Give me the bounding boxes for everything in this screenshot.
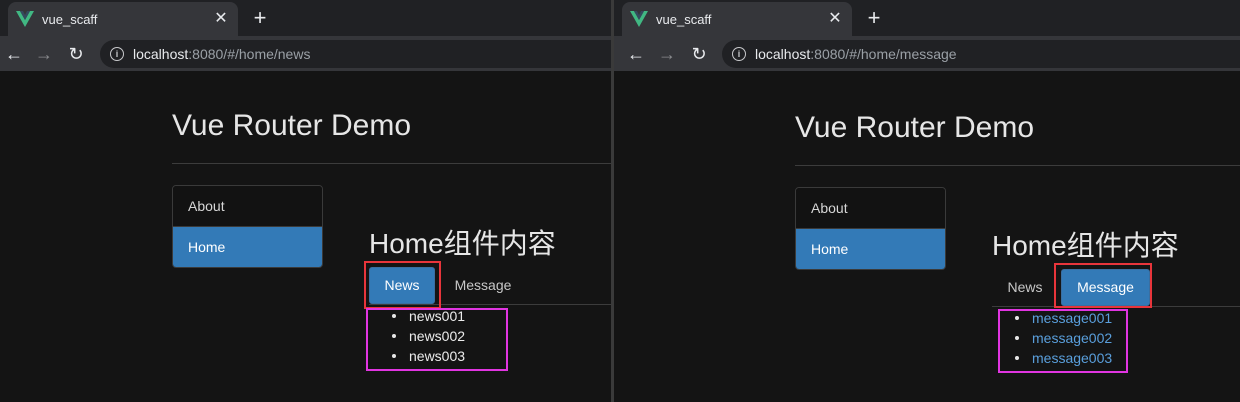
tab-strip: vue_scaff ✕ + [614, 0, 1240, 36]
tab-title: vue_scaff [656, 12, 712, 27]
red-highlight-box [364, 261, 441, 309]
back-arrow-icon[interactable]: ← [625, 43, 647, 65]
address-bar[interactable]: i localhost:8080/#/home/news [100, 40, 611, 68]
nav-item-about[interactable]: About [796, 188, 945, 229]
info-icon[interactable]: i [110, 47, 124, 61]
url-path: :8080/#/home/message [810, 46, 957, 62]
url-text[interactable]: localhost:8080/#/home/news [133, 46, 310, 62]
reload-icon[interactable]: ↻ [65, 43, 87, 65]
close-icon[interactable]: ✕ [212, 10, 230, 28]
tab-title: vue_scaff [42, 12, 98, 27]
plus-icon[interactable]: + [862, 6, 886, 30]
page-viewport: Vue Router Demo About Home Home组件内容 News… [0, 71, 611, 402]
browser-toolbar: ← → ↻ i localhost:8080/#/home/message [614, 36, 1240, 71]
url-path: :8080/#/home/news [188, 46, 311, 62]
url-text[interactable]: localhost:8080/#/home/message [755, 46, 957, 62]
url-host: localhost [755, 46, 811, 62]
plus-icon[interactable]: + [248, 6, 272, 30]
close-icon[interactable]: ✕ [826, 10, 844, 28]
forward-arrow-icon[interactable]: → [656, 43, 678, 65]
red-highlight-box [1054, 263, 1152, 308]
vue-logo-icon [16, 11, 34, 27]
page-title: Vue Router Demo [795, 111, 1035, 144]
page-viewport: Vue Router Demo About Home Home组件内容 News… [614, 71, 1240, 402]
vue-logo-icon [630, 11, 648, 27]
home-content-title: Home组件内容 [369, 228, 556, 259]
reload-icon[interactable]: ↻ [688, 43, 710, 65]
tab-message[interactable]: Message [443, 267, 523, 304]
magenta-highlight-box [366, 308, 508, 371]
side-nav: About Home [172, 185, 323, 268]
browser-tab[interactable]: vue_scaff ✕ [622, 2, 852, 36]
browser-tab[interactable]: vue_scaff ✕ [8, 2, 238, 36]
info-icon[interactable]: i [732, 47, 746, 61]
nav-item-home[interactable]: Home [796, 229, 945, 269]
header-divider [795, 165, 1240, 166]
browser-window-news: vue_scaff ✕ + ← → ↻ i localhost:8080/#/h… [0, 0, 611, 402]
side-nav: About Home [795, 187, 946, 270]
magenta-highlight-box [998, 309, 1128, 373]
address-bar[interactable]: i localhost:8080/#/home/message [722, 40, 1240, 68]
forward-arrow-icon[interactable]: → [33, 43, 55, 65]
url-host: localhost [133, 46, 189, 62]
header-divider [172, 163, 611, 164]
nav-item-about[interactable]: About [173, 186, 322, 227]
back-arrow-icon[interactable]: ← [3, 43, 25, 65]
home-content-title: Home组件内容 [992, 230, 1179, 261]
nav-item-home[interactable]: Home [173, 227, 322, 267]
tab-news[interactable]: News [992, 269, 1058, 306]
browser-window-message: vue_scaff ✕ + ← → ↻ i localhost:8080/#/h… [614, 0, 1240, 402]
browser-toolbar: ← → ↻ i localhost:8080/#/home/news [0, 36, 611, 71]
tab-strip: vue_scaff ✕ + [0, 0, 611, 36]
page-title: Vue Router Demo [172, 109, 412, 142]
